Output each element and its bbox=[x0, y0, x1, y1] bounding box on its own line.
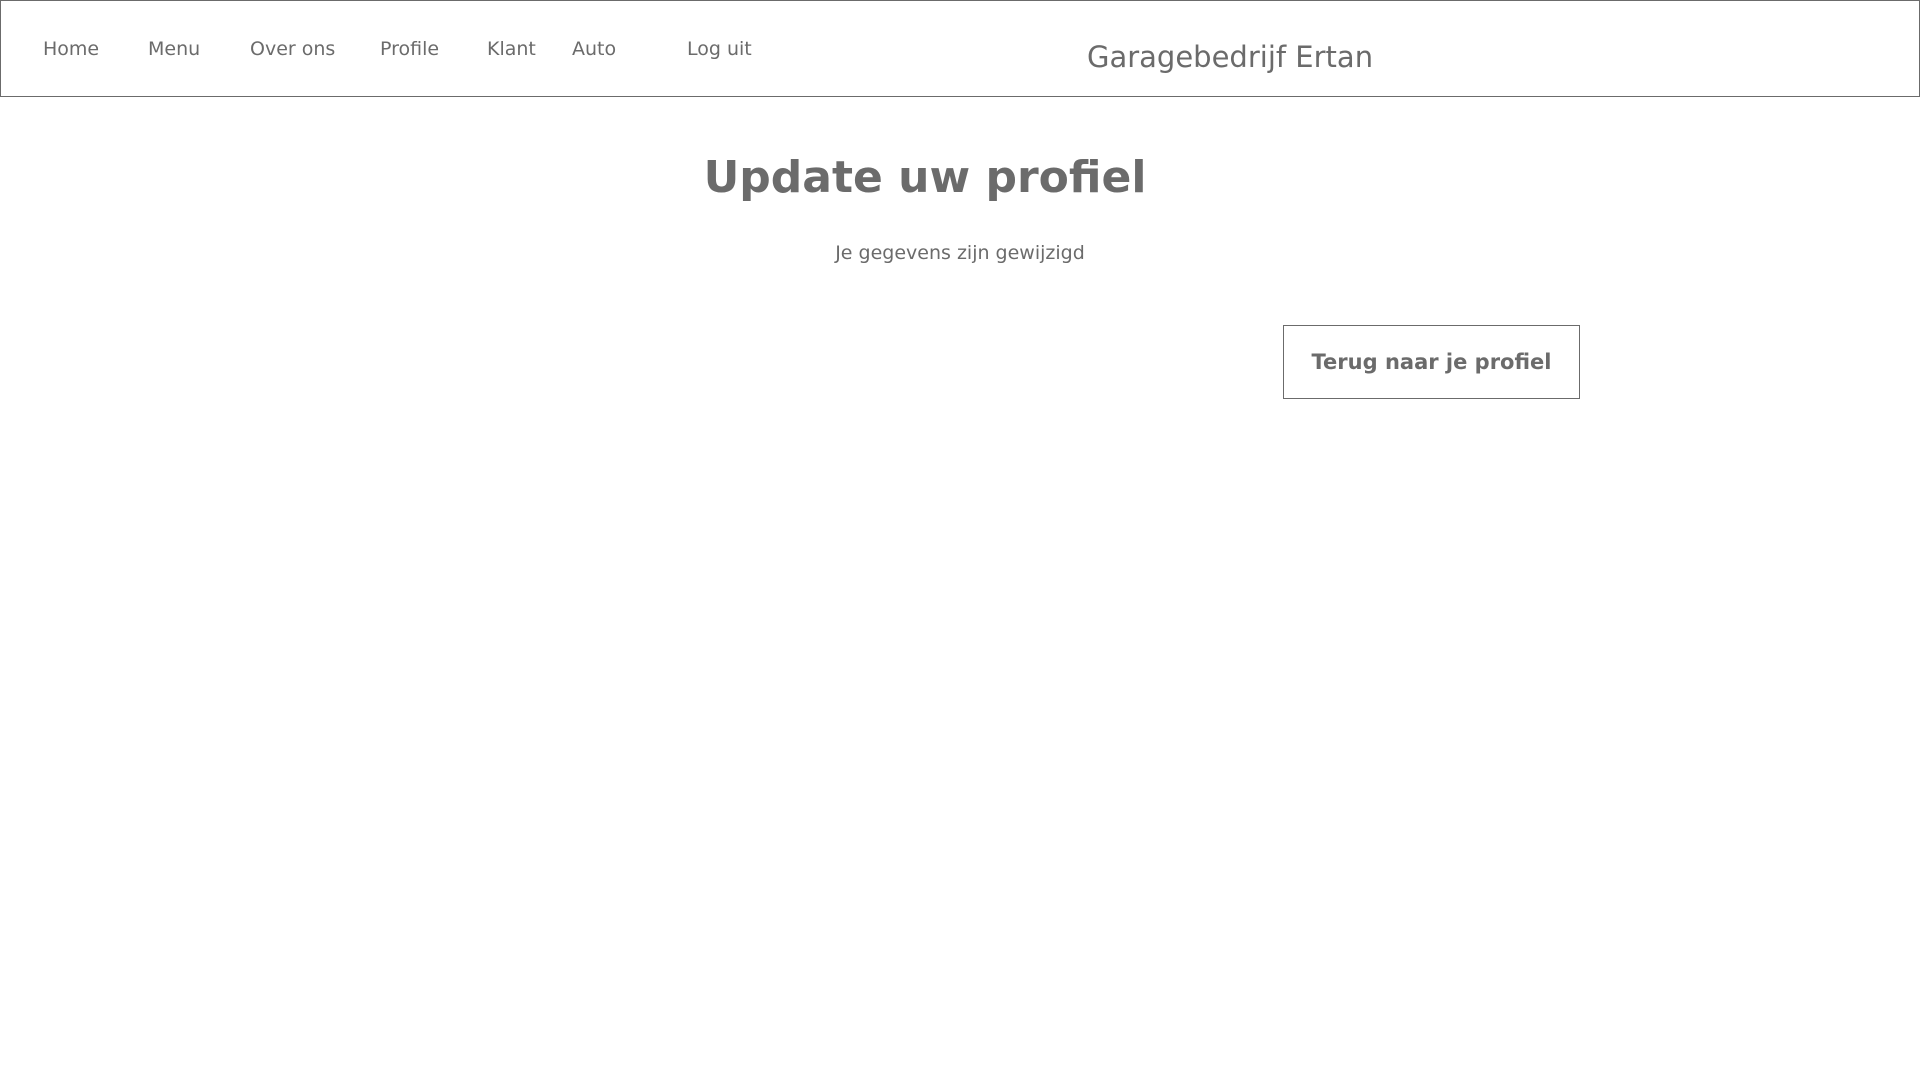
nav-link-home[interactable]: Home bbox=[43, 37, 99, 61]
status-message: Je gegevens zijn gewijzigd bbox=[835, 242, 1085, 264]
back-to-profile-button[interactable]: Terug naar je profiel bbox=[1283, 325, 1580, 399]
nav-link-klant[interactable]: Klant bbox=[487, 37, 536, 61]
brand-name: Garagebedrijf Ertan bbox=[1087, 40, 1374, 74]
nav-link-log-uit[interactable]: Log uit bbox=[687, 37, 752, 61]
nav-link-menu[interactable]: Menu bbox=[148, 37, 200, 61]
nav-link-over-ons[interactable]: Over ons bbox=[250, 37, 335, 61]
navbar: Home Menu Over ons Profile Klant Auto Lo… bbox=[0, 0, 1920, 97]
page-title: Update uw profiel bbox=[703, 152, 1147, 203]
nav-link-auto[interactable]: Auto bbox=[572, 37, 616, 61]
nav-link-profile[interactable]: Profile bbox=[380, 37, 439, 61]
